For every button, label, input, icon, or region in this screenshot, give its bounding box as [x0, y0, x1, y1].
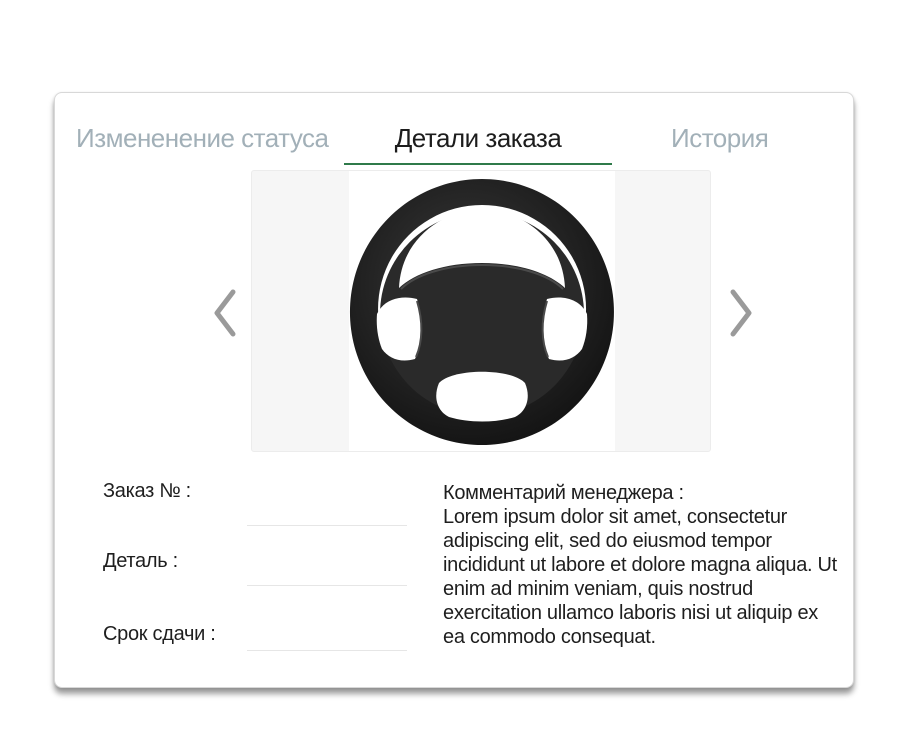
active-tab-indicator: [344, 163, 612, 165]
part-label: Деталь :: [103, 550, 178, 572]
order-number-label: Заказ № :: [103, 480, 191, 502]
part-field[interactable]: [247, 585, 407, 586]
chevron-right-icon: [730, 289, 752, 337]
tab-history[interactable]: История: [671, 113, 769, 163]
order-card: Измененение статуса Детали заказа Истори…: [54, 92, 854, 688]
manager-comment: Комментарий менеджера : Lorem ipsum dolo…: [443, 481, 838, 649]
steering-wheel-icon: [349, 179, 614, 445]
tab-status-change[interactable]: Измененение статуса: [76, 113, 329, 163]
order-number-field[interactable]: [247, 525, 407, 526]
manager-comment-title: Комментарий менеджера :: [443, 482, 684, 504]
product-image: [349, 171, 615, 451]
tab-order-details[interactable]: Детали заказа: [344, 113, 612, 163]
manager-comment-text: Lorem ipsum dolor sit amet, consectetur …: [443, 506, 837, 648]
product-image-frame: [251, 170, 711, 452]
next-image-button[interactable]: [725, 288, 759, 338]
prev-image-button[interactable]: [207, 288, 241, 338]
chevron-left-icon: [214, 289, 236, 337]
deadline-label: Срок сдачи :: [103, 623, 216, 645]
deadline-field[interactable]: [247, 650, 407, 651]
